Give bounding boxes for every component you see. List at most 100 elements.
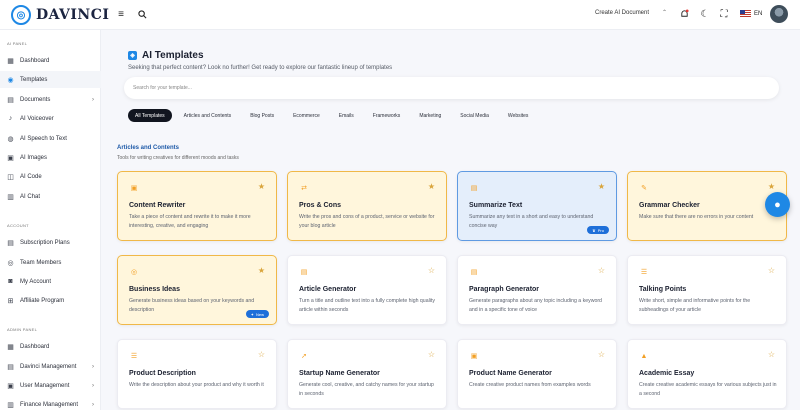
fullscreen-icon[interactable]: ⛶: [718, 8, 730, 20]
favorite-star-icon[interactable]: ☆: [428, 350, 435, 359]
chevron-down-icon[interactable]: ⌃: [662, 9, 667, 16]
card-title: Product Name Generator: [469, 370, 552, 377]
sidebar-item-ai-speech-to-text[interactable]: ◍ AI Speech to Text: [0, 130, 101, 147]
favorite-star-icon[interactable]: ☆: [258, 350, 265, 359]
sidebar-item-ai-voiceover[interactable]: ♪ AI Voiceover: [0, 110, 101, 127]
chevron-right-icon: ›: [92, 382, 94, 389]
page-title-text: AI Templates: [142, 50, 204, 61]
card-title: Article Generator: [299, 286, 357, 293]
list-icon: ☰: [130, 353, 138, 360]
card-description: Generate cool, creative, and catchy name…: [299, 382, 434, 397]
us-flag-icon: [740, 10, 751, 17]
list-icon: ☰: [640, 269, 648, 276]
search-input[interactable]: Search for your template...: [124, 77, 779, 99]
favorite-star-icon[interactable]: ★: [768, 182, 775, 191]
sidebar-item-dashboard[interactable]: ▦ Dashboard: [0, 52, 101, 69]
chat-support-button[interactable]: ●: [765, 192, 790, 217]
tab-websites[interactable]: Websites: [501, 109, 535, 122]
favorite-star-icon[interactable]: ★: [258, 182, 265, 191]
favorite-star-icon[interactable]: ☆: [768, 350, 775, 359]
speech-icon: ◍: [7, 135, 14, 143]
scale-icon: ⇄: [301, 185, 307, 192]
template-card-content-rewriter[interactable]: ▣ ★ Content Rewriter Take a piece of con…: [117, 171, 277, 241]
template-card-product-name-generator[interactable]: ▣ ☆ Product Name Generator Create creati…: [457, 339, 617, 409]
sidebar-item-finance-management[interactable]: ▥ Finance Management ›: [0, 396, 101, 410]
tab-articles-and-contents[interactable]: Articles and Contents: [177, 109, 239, 122]
template-card-paragraph-generator[interactable]: ▤ ☆ Paragraph Generator Generate paragra…: [457, 255, 617, 325]
template-card-pros-cons[interactable]: ⇄ ★ Pros & Cons Write the pros and cons …: [287, 171, 447, 241]
tab-all-templates[interactable]: All Templates: [128, 109, 172, 122]
finance-icon: ▥: [7, 401, 14, 409]
avatar[interactable]: [770, 5, 788, 23]
chevron-right-icon: ›: [92, 363, 94, 370]
images-icon: ▣: [7, 154, 14, 162]
create-document-dropdown[interactable]: Create AI Document: [595, 10, 649, 16]
sidebar-item-ai-code[interactable]: ◫ AI Code: [0, 168, 101, 185]
template-card-academic-essay[interactable]: ▲ ☆ Academic Essay Create creative acade…: [627, 339, 787, 409]
document-icon: ▤: [470, 185, 478, 192]
tab-social-media[interactable]: Social Media: [453, 109, 496, 122]
tab-blog-posts[interactable]: Blog Posts: [243, 109, 281, 122]
sidebar-item-ai-images[interactable]: ▣ AI Images: [0, 149, 101, 166]
code-icon: ◫: [7, 173, 14, 181]
template-card-grammar-checker[interactable]: ✎ ★ Grammar Checker Make sure that there…: [627, 171, 787, 241]
card-description: Write the description about your product…: [129, 382, 264, 388]
dark-mode-icon[interactable]: ☾: [699, 8, 711, 20]
section-subtitle: Tools for writing creatives for differen…: [117, 155, 239, 161]
chevron-right-icon: ›: [92, 96, 94, 103]
tab-frameworks[interactable]: Frameworks: [366, 109, 408, 122]
sidebar-item-templates[interactable]: ◉ Templates: [0, 71, 101, 88]
language-selector[interactable]: EN: [740, 10, 762, 17]
card-description: Generate paragraphs about any topic incl…: [469, 298, 602, 313]
brand-name: DAVINCI: [36, 7, 110, 23]
section-title: Articles and Contents: [117, 145, 180, 151]
sidebar-item-label: Team Members: [20, 259, 62, 266]
sidebar-item-label: Dashboard: [20, 343, 50, 350]
page-subtitle: Seeking that perfect content? Look no fu…: [128, 65, 393, 71]
chat-icon: ▥: [7, 193, 14, 201]
dashboard-icon: ▦: [7, 57, 14, 65]
favorite-star-icon[interactable]: ☆: [768, 266, 775, 275]
card-description: Take a piece of content and rewrite it t…: [129, 214, 251, 229]
page-title: ◈ AI Templates: [128, 50, 204, 61]
tab-emails[interactable]: Emails: [332, 109, 361, 122]
template-card-talking-points[interactable]: ☰ ☆ Talking Points Write short, simple a…: [627, 255, 787, 325]
favorite-star-icon[interactable]: ☆: [428, 266, 435, 275]
template-card-startup-name-generator[interactable]: ➚ ☆ Startup Name Generator Generate cool…: [287, 339, 447, 409]
card-title: Startup Name Generator: [299, 370, 380, 377]
sidebar-item-davinci-management[interactable]: ▤ Davinci Management ›: [0, 358, 101, 375]
category-tabs: All Templates Articles and Contents Blog…: [128, 109, 540, 122]
sparkle-icon: ✦: [250, 311, 254, 317]
sidebar-item-team-members[interactable]: ◎ Team Members: [0, 254, 101, 271]
favorite-star-icon[interactable]: ☆: [598, 266, 605, 275]
sidebar-item-admin-dashboard[interactable]: ▦ Dashboard: [0, 338, 101, 355]
menu-icon[interactable]: ≡: [115, 8, 127, 20]
template-card-summarize-text[interactable]: ▤ ★ Summarize Text Summarize any text in…: [457, 171, 617, 241]
favorite-star-icon[interactable]: ★: [598, 182, 605, 191]
favorite-star-icon[interactable]: ★: [258, 266, 265, 275]
sidebar-item-subscription-plans[interactable]: ▤ Subscription Plans: [0, 234, 101, 251]
sidebar-item-my-account[interactable]: ◙ My Account: [0, 273, 101, 290]
card-title: Talking Points: [639, 286, 687, 293]
notification-bell-icon[interactable]: [678, 8, 690, 20]
sidebar-item-ai-chat[interactable]: ▥ AI Chat: [0, 188, 101, 205]
sidebar-item-documents[interactable]: ▤ Documents ›: [0, 91, 101, 108]
users-icon: ▣: [7, 382, 14, 390]
template-card-product-description[interactable]: ☰ ☆ Product Description Write the descri…: [117, 339, 277, 409]
sidebar-item-label: AI Code: [20, 173, 42, 180]
sidebar-item-user-management[interactable]: ▣ User Management ›: [0, 377, 101, 394]
template-card-business-ideas[interactable]: ◎ ★ Business Ideas Generate business ide…: [117, 255, 277, 325]
badge-label: Pro: [597, 227, 604, 233]
brand-logo[interactable]: ◎ DAVINCI: [11, 5, 109, 25]
favorite-star-icon[interactable]: ★: [428, 182, 435, 191]
search-icon[interactable]: [136, 8, 148, 20]
favorite-star-icon[interactable]: ☆: [598, 350, 605, 359]
language-label: EN: [754, 10, 763, 17]
sidebar-item-label: AI Chat: [20, 193, 41, 200]
subscription-icon: ▤: [7, 239, 14, 247]
sidebar-item-label: Affiliate Program: [20, 297, 65, 304]
sidebar-item-affiliate-program[interactable]: ⊞ Affiliate Program: [0, 292, 101, 309]
tab-marketing[interactable]: Marketing: [412, 109, 448, 122]
tab-ecommerce[interactable]: Ecommerce: [286, 109, 327, 122]
template-card-article-generator[interactable]: ▤ ☆ Article Generator Turn a title and o…: [287, 255, 447, 325]
